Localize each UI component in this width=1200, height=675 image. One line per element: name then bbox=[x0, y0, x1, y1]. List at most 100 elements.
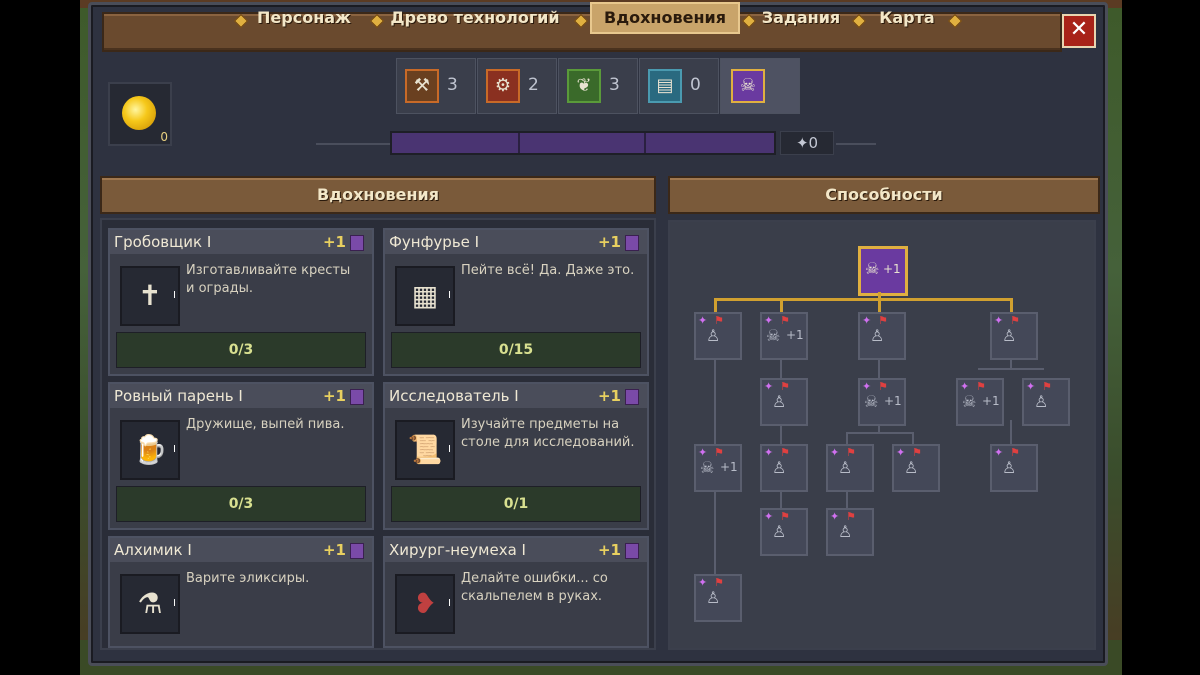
inspiration-card[interactable]: Исследователь I +1 📜 I Изучайте предметы … bbox=[383, 382, 649, 530]
tree-connector bbox=[846, 432, 912, 434]
crate-icon: ▦ I bbox=[395, 266, 455, 326]
skill-node[interactable]: ✦ ⚑ ♙ bbox=[826, 508, 874, 556]
figure-icon: ♙ bbox=[1002, 458, 1017, 477]
inspiration-card[interactable]: Фунфурье I +1 ▦ I Пейте всё! Да. Даже это… bbox=[383, 228, 649, 376]
skull-icon: ☠ bbox=[865, 259, 880, 278]
card-cost: +1 bbox=[322, 541, 346, 559]
card-description: Дружище, выпей пива. bbox=[186, 417, 345, 432]
coin-icon bbox=[122, 96, 156, 130]
category-count: 2 bbox=[528, 75, 539, 95]
skill-root-node[interactable]: ☠ +1 bbox=[858, 246, 908, 296]
card-cost: +1 bbox=[322, 387, 346, 405]
figure-icon: ♙ bbox=[772, 392, 787, 411]
abilities-header: Способности bbox=[668, 176, 1100, 214]
skill-node[interactable]: ✦ ⚑ ♙ bbox=[858, 312, 906, 360]
card-title: Хирург-неумеха I bbox=[389, 541, 526, 559]
meat-icon: ❥ I bbox=[395, 574, 455, 634]
left-letterbox bbox=[0, 0, 80, 675]
skill-node[interactable]: ✦ ⚑ ♙ bbox=[892, 444, 940, 492]
skull-icon: ☠ bbox=[700, 458, 715, 477]
figure-icon: ♙ bbox=[1002, 326, 1017, 345]
inspiration-card[interactable]: Хирург-неумеха I +1 ❥ I Делайте ошибки...… bbox=[383, 536, 649, 648]
skull-icon: ☠ bbox=[731, 69, 765, 103]
card-title: Алхимик I bbox=[114, 541, 192, 559]
tab-character[interactable]: Персонаж bbox=[256, 6, 352, 30]
tree-connector bbox=[912, 432, 914, 444]
figure-icon: ♙ bbox=[838, 458, 853, 477]
skill-node[interactable]: ✦ ⚑ ♙ bbox=[990, 444, 1038, 492]
skull-icon: ☠ bbox=[766, 326, 781, 345]
skill-node[interactable]: ✦ ⚑ ☠ +1 bbox=[858, 378, 906, 426]
tree-connector bbox=[1010, 420, 1012, 444]
tree-connector bbox=[714, 298, 717, 312]
skill-node[interactable]: ✦ ⚑ ☠ +1 bbox=[694, 444, 742, 492]
close-button[interactable]: ✕ bbox=[1062, 14, 1096, 48]
divider bbox=[316, 143, 390, 145]
node-bonus: +1 bbox=[786, 328, 804, 342]
point-icon bbox=[350, 543, 364, 559]
point-icon bbox=[625, 235, 639, 251]
category-count: 0 bbox=[690, 75, 701, 95]
skill-node[interactable]: ✦ ⚑ ♙ bbox=[990, 312, 1038, 360]
skill-node[interactable]: ✦ ⚑ ♙ bbox=[760, 444, 808, 492]
tree-connector bbox=[1010, 298, 1013, 312]
tree-connector bbox=[780, 298, 783, 312]
skill-node[interactable]: ✦ ⚑ ♙ bbox=[760, 378, 808, 426]
figure-icon: ♙ bbox=[870, 326, 885, 345]
tab-map[interactable]: Карта bbox=[876, 6, 938, 30]
category-wheat[interactable]: ❦ 3 bbox=[558, 58, 638, 114]
card-description: Варите эликсиры. bbox=[186, 571, 310, 586]
category-hammer[interactable]: ⚒ 3 bbox=[396, 58, 476, 114]
figure-icon: ♙ bbox=[706, 326, 721, 345]
card-cost: +1 bbox=[322, 233, 346, 251]
tree-connector bbox=[714, 298, 1012, 301]
points-value: 0 bbox=[808, 134, 819, 152]
card-description: Делайте ошибки... со скальпелем в руках. bbox=[461, 571, 608, 604]
category-gear[interactable]: ⚙ 2 bbox=[477, 58, 557, 114]
inspirations-header: Вдохновения bbox=[100, 176, 656, 214]
card-title: Фунфурье I bbox=[389, 233, 480, 251]
figure-icon: ♙ bbox=[1034, 392, 1049, 411]
skill-node[interactable]: ✦ ⚑ ♙ bbox=[760, 508, 808, 556]
root-bonus: +1 bbox=[883, 262, 901, 276]
inspiration-card[interactable]: Алхимик I +1 ⚗ I Варите эликсиры. bbox=[108, 536, 374, 648]
scroll-icon: 📜 I bbox=[395, 420, 455, 480]
card-cost: +1 bbox=[597, 387, 621, 405]
point-icon bbox=[350, 235, 364, 251]
inspiration-currency: 0 bbox=[108, 82, 172, 146]
tab-inspirations[interactable]: Вдохновения bbox=[590, 2, 740, 34]
tab-tech-tree[interactable]: Древо технологий bbox=[388, 6, 562, 30]
point-icon bbox=[350, 389, 364, 405]
category-count: 3 bbox=[609, 75, 620, 95]
card-progress: 0/3 bbox=[116, 332, 366, 368]
inspiration-card[interactable]: Ровный парень I +1 🍺 I Дружище, выпей пив… bbox=[108, 382, 374, 530]
figure-icon: ♙ bbox=[838, 522, 853, 541]
point-icon bbox=[625, 543, 639, 559]
inspiration-progress-bar bbox=[390, 131, 776, 155]
skill-node[interactable]: ✦ ⚑ ♙ bbox=[694, 574, 742, 622]
skull-icon: ☠ bbox=[962, 392, 977, 411]
inspiration-card[interactable]: Гробовщик I +1 ✝ I Изготавливайте кресты … bbox=[108, 228, 374, 376]
card-progress: 0/1 bbox=[391, 486, 641, 522]
skill-node[interactable]: ✦ ⚑ ♙ bbox=[826, 444, 874, 492]
inspiration-points: ✦0 bbox=[780, 131, 834, 155]
card-title: Ровный парень I bbox=[114, 387, 243, 405]
card-title: Гробовщик I bbox=[114, 233, 212, 251]
card-progress: 0/15 bbox=[391, 332, 641, 368]
card-cost: +1 bbox=[597, 233, 621, 251]
skill-node[interactable]: ✦ ⚑ ♙ bbox=[694, 312, 742, 360]
figure-icon: ♙ bbox=[904, 458, 919, 477]
skill-node[interactable]: ✦ ⚑ ☠ +1 bbox=[760, 312, 808, 360]
tab-quests[interactable]: Задания bbox=[760, 6, 842, 30]
tree-connector bbox=[978, 368, 1044, 370]
skill-node[interactable]: ✦ ⚑ ♙ bbox=[1022, 378, 1070, 426]
category-skull[interactable]: ☠ bbox=[720, 58, 800, 114]
potion-icon: ⚗ I bbox=[120, 574, 180, 634]
hammer-icon: ⚒ bbox=[405, 69, 439, 103]
category-book[interactable]: ▤ 0 bbox=[639, 58, 719, 114]
skill-node[interactable]: ✦ ⚑ ☠ +1 bbox=[956, 378, 1004, 426]
card-cost: +1 bbox=[597, 541, 621, 559]
skull-icon: ☠ bbox=[864, 392, 879, 411]
card-description: Изучайте предметы на столе для исследова… bbox=[461, 417, 635, 450]
currency-count: 0 bbox=[160, 130, 168, 144]
